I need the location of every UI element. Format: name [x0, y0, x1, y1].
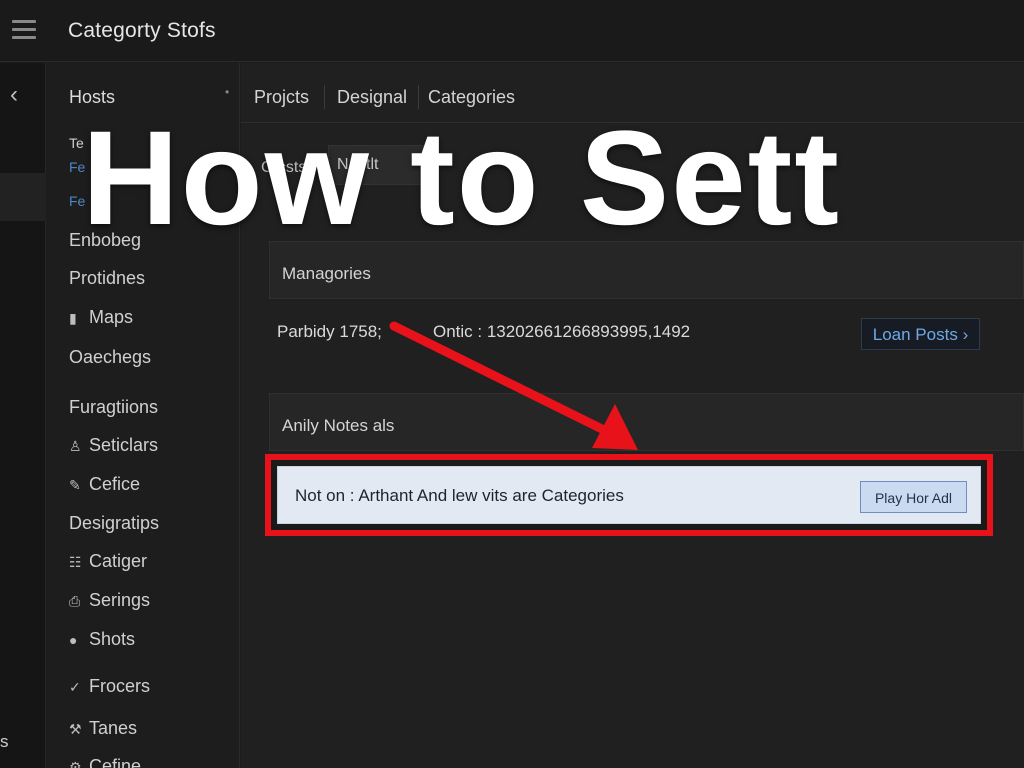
sidebar-item-desigratips[interactable]: Desigratips [69, 513, 159, 534]
settings-icon: ⚙ [69, 759, 82, 768]
sidebar-item-tanes[interactable]: ⚒ Tanes [69, 718, 137, 739]
sidebar-item-label: Desigratips [69, 513, 160, 533]
sidebar-item-label: Frocers [89, 676, 151, 696]
rail-active-item[interactable] [0, 173, 46, 221]
app-title: Categorty Stofs [68, 19, 216, 42]
notice-text: Not on : Arthant And lew vits are Catego… [295, 486, 624, 505]
sidebar-item-catiger[interactable]: ☷ Catiger [69, 551, 147, 572]
sidebar-item-label: Furagtiions [69, 397, 159, 417]
sidebar-item-label: Shots [89, 629, 136, 649]
wrench-icon: ⚒ [69, 721, 82, 737]
sidebar-item-label: Oaechegs [69, 347, 152, 367]
section-title: Managories [282, 264, 371, 283]
check-icon: ✓ [69, 679, 81, 695]
section-panel-notes: Anily Notes als [269, 393, 1024, 451]
loan-posts-button[interactable]: Loan Posts › [861, 318, 980, 350]
sidebar-item-label: Protidnes [69, 268, 146, 288]
overlay-heading: How to Sett [82, 104, 841, 253]
notice-banner: Not on : Arthant And lew vits are Catego… [277, 466, 981, 524]
sidebar-item-label: Maps [89, 307, 134, 327]
sidebar-item-cefice[interactable]: ✎ Cefice [69, 474, 140, 495]
grid-icon: ☷ [69, 554, 82, 570]
row-value: Ontic : 13202661266893995,1492 [433, 322, 691, 341]
sidebar-item-frocers[interactable]: ✓ Frocers [69, 676, 150, 697]
sidebar-item-label: Tanes [89, 718, 138, 738]
sidebar-item-label: Serings [89, 590, 151, 610]
section-title: Anily Notes als [282, 416, 395, 435]
sidebar-item-maps[interactable]: ▮ Maps [69, 307, 133, 328]
loan-posts-label: Loan Posts [872, 325, 958, 344]
sidebar-item-furagtiions[interactable]: Furagtiions [69, 397, 158, 418]
hamburger-menu-icon[interactable] [12, 20, 36, 40]
sidebar-item-label: Seticlars [89, 435, 159, 455]
sidebar-item-cefine[interactable]: ⚙ Cefine [69, 756, 141, 768]
sidebar-item-protidnes[interactable]: Protidnes [69, 268, 145, 289]
row-label: Parbidy 1758; [277, 322, 382, 341]
back-chevron-icon[interactable]: ‹ [10, 83, 18, 107]
sidebar-item-label: Catiger [89, 551, 148, 571]
sidebar-item-seticlars[interactable]: ♙ Seticlars [69, 435, 158, 456]
map-icon: ▮ [69, 310, 77, 326]
sidebar-item-serings[interactable]: ⎙ Serings [69, 590, 150, 611]
sidebar-item-label: Cefine [89, 756, 142, 768]
info-icon: ● [69, 632, 78, 648]
chevron-right-icon: › [962, 325, 969, 344]
sidebar-item-label: Cefice [89, 474, 141, 494]
clipboard-icon: ⎙ [69, 593, 81, 609]
rail-bottom-text: s [0, 732, 9, 751]
top-bar: Categorty Stofs [0, 0, 1024, 62]
lock-icon: ♙ [69, 438, 82, 454]
play-hor-adl-button[interactable]: Play Hor Adl [860, 481, 967, 513]
sidebar-header-dot: • [225, 85, 230, 99]
sidebar-item-shots[interactable]: ● Shots [69, 629, 135, 650]
highlight-box: Not on : Arthant And lew vits are Catego… [265, 454, 993, 536]
icon-rail: ‹ s [0, 63, 46, 768]
pencil-icon: ✎ [69, 477, 81, 493]
sidebar-item-oaechegs[interactable]: Oaechegs [69, 347, 151, 368]
